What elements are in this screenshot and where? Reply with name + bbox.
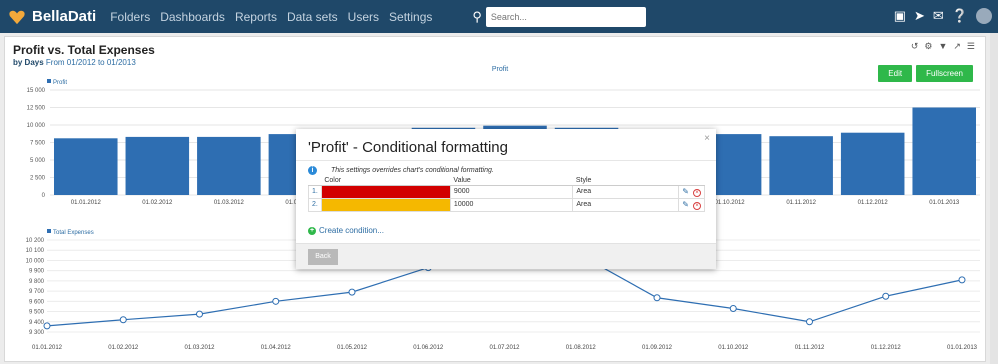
y-tick-label: 10 000 — [27, 123, 46, 129]
y-tick-label: 2 500 — [30, 176, 46, 182]
y-tick-label: 10 100 — [26, 248, 45, 254]
data-point — [729, 304, 737, 312]
x-tick-label: 01.01.2013 — [947, 345, 978, 351]
x-tick-label: 01.04.2012 — [261, 345, 292, 351]
x-tick-label: 01.03.2012 — [184, 345, 215, 351]
color-swatch[interactable] — [320, 197, 451, 212]
x-tick-label: 01.12.2012 — [871, 345, 902, 351]
row-index: 1. — [308, 184, 322, 199]
bar — [125, 136, 190, 195]
data-point — [119, 316, 127, 324]
info-text: This settings overrides chart's conditio… — [331, 167, 494, 174]
conditional-formatting-modal: 'Profit' - Conditional formatting × i Th… — [296, 129, 716, 269]
bar — [769, 136, 833, 195]
x-tick-label: 01.11.2012 — [786, 200, 816, 206]
data-point — [43, 322, 51, 330]
edit-pencil-icon[interactable]: ✎ — [682, 200, 689, 209]
header-style: Style — [572, 176, 679, 186]
header-index — [308, 176, 322, 186]
legend-label: Total Expenses — [53, 230, 94, 236]
row-index: 2. — [308, 197, 322, 212]
y-tick-label: 9 300 — [29, 330, 45, 336]
condition-value: 10000 — [449, 197, 574, 212]
x-tick-label: 01.02.2012 — [108, 345, 139, 351]
info-icon: i — [308, 166, 317, 175]
header-actions — [678, 176, 705, 186]
info-row: i This settings overrides chart's condit… — [308, 166, 494, 175]
y-tick-label: 0 — [42, 193, 46, 199]
edit-pencil-icon[interactable]: ✎ — [682, 187, 689, 196]
x-tick-label: 01.03.2012 — [214, 200, 245, 206]
x-tick-label: 01.08.2012 — [566, 345, 597, 351]
y-tick-label: 12 500 — [27, 106, 46, 112]
header-color: Color — [321, 176, 451, 186]
data-point — [348, 288, 356, 296]
y-tick-label: 9 400 — [29, 320, 45, 326]
data-point — [272, 297, 280, 305]
table-row: 2. 10000 Area ✎ × — [308, 197, 705, 212]
y-tick-label: 9 500 — [29, 310, 45, 316]
x-tick-label: 01.01.2013 — [929, 200, 960, 206]
x-tick-label: 01.05.2012 — [337, 345, 368, 351]
data-point — [653, 294, 661, 302]
y-tick-label: 5 000 — [30, 158, 46, 164]
modal-divider — [296, 160, 716, 161]
color-swatch[interactable] — [320, 184, 451, 199]
table-row: 1. 9000 Area ✎ × — [308, 184, 705, 199]
bar — [840, 132, 905, 195]
condition-value: 9000 — [449, 184, 574, 199]
x-tick-label: 01.10.2012 — [718, 345, 749, 351]
x-tick-label: 01.12.2012 — [858, 200, 889, 206]
y-tick-label: 9 600 — [29, 299, 45, 305]
x-tick-label: 01.02.2012 — [142, 200, 173, 206]
data-point — [958, 276, 966, 284]
row-actions: ✎ × — [678, 184, 705, 199]
condition-style: Area — [572, 197, 680, 212]
bar — [197, 136, 261, 195]
data-point — [196, 310, 203, 318]
bar — [54, 138, 118, 195]
x-tick-label: 01.01.2012 — [32, 345, 63, 351]
x-tick-label: 01.01.2012 — [71, 200, 102, 206]
x-tick-label: 01.06.2012 — [413, 345, 444, 351]
legend-swatch — [47, 79, 51, 83]
conditions-table: Color Value Style 1. 9000 Area ✎ × 2. 100… — [308, 176, 705, 212]
header-value: Value — [450, 176, 573, 186]
y-tick-label: 9 700 — [29, 289, 45, 295]
y-tick-label: 15 000 — [27, 88, 46, 94]
y-tick-label: 7 500 — [30, 141, 46, 147]
condition-style: Area — [572, 184, 680, 199]
close-icon[interactable]: × — [704, 133, 710, 144]
row-actions: ✎ × — [678, 197, 705, 212]
legend-swatch — [47, 229, 51, 233]
plus-circle-icon: + — [308, 226, 316, 235]
delete-icon[interactable]: × — [693, 188, 701, 197]
y-tick-label: 10 200 — [26, 238, 45, 244]
modal-title: 'Profit' - Conditional formatting — [308, 139, 508, 156]
x-tick-label: 01.11.2012 — [795, 345, 825, 351]
legend-label: Profit — [53, 80, 67, 86]
create-condition-link[interactable]: + Create condition... — [308, 226, 384, 235]
y-tick-label: 9 800 — [29, 279, 45, 285]
data-point — [806, 318, 813, 326]
bar — [912, 107, 976, 195]
x-tick-label: 01.09.2012 — [642, 345, 673, 351]
delete-icon[interactable]: × — [693, 201, 701, 210]
back-button[interactable]: Back — [308, 249, 338, 265]
x-tick-label: 01.07.2012 — [489, 345, 520, 351]
bar-chart-title: Profit — [492, 66, 508, 73]
table-header: Color Value Style — [308, 176, 705, 186]
create-condition-label: Create condition... — [319, 226, 384, 235]
modal-footer: Back — [296, 243, 716, 269]
y-tick-label: 9 900 — [29, 269, 45, 275]
y-tick-label: 10 000 — [26, 258, 45, 264]
x-tick-label: 01.10.2012 — [715, 200, 746, 206]
data-point — [882, 292, 890, 300]
